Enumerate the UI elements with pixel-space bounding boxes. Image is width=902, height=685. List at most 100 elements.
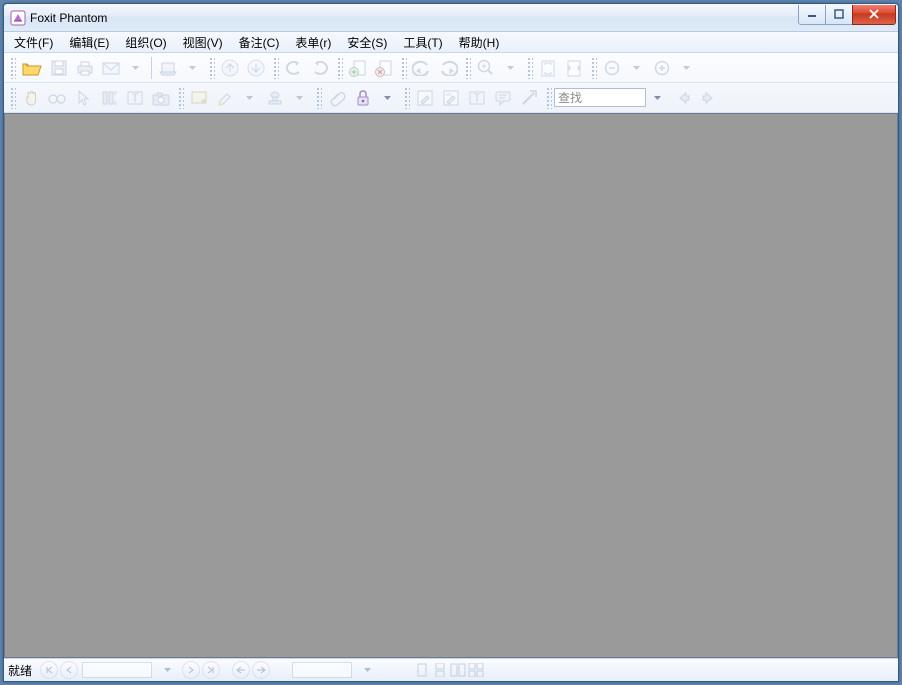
first-page-button[interactable] — [40, 661, 58, 679]
toolbar-grip[interactable] — [465, 57, 471, 79]
find-prev-button[interactable] — [670, 85, 696, 111]
find-dropdown[interactable] — [644, 85, 670, 111]
page-dropdown[interactable] — [154, 657, 180, 683]
glasses-tool-button[interactable] — [44, 85, 70, 111]
prev-page-button[interactable] — [60, 661, 78, 679]
delete-page-button[interactable] — [371, 55, 397, 81]
zoom-in-dropdown[interactable] — [497, 55, 523, 81]
toolbar-grip[interactable] — [527, 57, 533, 79]
comment-button[interactable] — [490, 85, 516, 111]
typewriter-button[interactable]: T — [464, 85, 490, 111]
title-bar: Foxit Phantom — [4, 4, 898, 32]
menu-help[interactable]: 帮助(H) — [451, 32, 508, 52]
secure-button[interactable] — [350, 85, 376, 111]
insert-page-button[interactable] — [345, 55, 371, 81]
zoom-in-dropdown[interactable] — [673, 55, 699, 81]
app-window: Foxit Phantom 文件(F) 编辑(E) 组织(O) 视图(V) 备注… — [3, 3, 899, 682]
separator — [151, 57, 152, 79]
toolbar-grip[interactable] — [546, 87, 552, 109]
menu-edit[interactable]: 编辑(E) — [61, 32, 117, 52]
menu-secure[interactable]: 安全(S) — [339, 32, 395, 52]
redo-button[interactable] — [435, 55, 461, 81]
nav-forward-button[interactable] — [252, 661, 270, 679]
zoom-out-circle-button[interactable] — [599, 55, 625, 81]
document-area — [4, 113, 898, 658]
previous-view-button[interactable] — [217, 55, 243, 81]
next-view-button[interactable] — [243, 55, 269, 81]
toolbar-grip[interactable] — [178, 87, 184, 109]
scan-dropdown[interactable] — [179, 55, 205, 81]
continuous-button[interactable] — [432, 662, 448, 678]
menu-file[interactable]: 文件(F) — [6, 32, 61, 52]
fit-page-button[interactable] — [535, 55, 561, 81]
continuous-facing-button[interactable] — [468, 662, 484, 678]
email-button[interactable] — [98, 55, 124, 81]
toolbar-grip[interactable] — [209, 57, 215, 79]
menu-forms[interactable]: 表单(r) — [287, 32, 339, 52]
minimize-button[interactable] — [798, 5, 826, 25]
zoom-in-circle-button[interactable] — [649, 55, 675, 81]
toolbar-grip[interactable] — [404, 87, 410, 109]
highlight-dropdown[interactable] — [236, 85, 262, 111]
select-tool-button[interactable] — [70, 85, 96, 111]
page-number-input[interactable] — [82, 662, 152, 678]
note-button[interactable] — [186, 85, 212, 111]
toolbar-grip[interactable] — [591, 57, 597, 79]
select-text-tool-button[interactable] — [96, 85, 122, 111]
highlight-button[interactable] — [212, 85, 238, 111]
zoom-input[interactable] — [292, 662, 352, 678]
print-button[interactable] — [72, 55, 98, 81]
toolbar-grip[interactable] — [10, 57, 16, 79]
toolbar-row-1 — [4, 53, 898, 83]
svg-text:T: T — [473, 91, 481, 105]
svg-text:T: T — [131, 91, 139, 105]
toolbar-row-2: T T 查找 — [4, 83, 898, 113]
secure-dropdown[interactable] — [374, 85, 400, 111]
status-bar: 就绪 — [4, 658, 898, 681]
find-placeholder: 查找 — [558, 89, 582, 106]
toolbar-grip[interactable] — [273, 57, 279, 79]
zoom-dropdown[interactable] — [354, 657, 380, 683]
find-input[interactable]: 查找 — [554, 88, 646, 107]
menu-organize[interactable]: 组织(O) — [117, 32, 174, 52]
email-dropdown[interactable] — [122, 55, 148, 81]
menu-bar: 文件(F) 编辑(E) 组织(O) 视图(V) 备注(C) 表单(r) 安全(S… — [4, 32, 898, 53]
toolbar-grip[interactable] — [10, 87, 16, 109]
next-page-button[interactable] — [182, 661, 200, 679]
window-title: Foxit Phantom — [30, 11, 799, 25]
nav-back-button[interactable] — [232, 661, 250, 679]
undo-button[interactable] — [409, 55, 435, 81]
scan-button[interactable] — [155, 55, 181, 81]
toolbar-grip[interactable] — [316, 87, 322, 109]
toolbars: T T 查找 — [4, 53, 898, 113]
facing-button[interactable] — [450, 662, 466, 678]
find-next-button[interactable] — [696, 85, 722, 111]
save-button[interactable] — [46, 55, 72, 81]
snapshot-button[interactable] — [148, 85, 174, 111]
attach-button[interactable] — [324, 85, 350, 111]
toolbar-grip[interactable] — [401, 57, 407, 79]
stamp-button[interactable] — [262, 85, 288, 111]
edit-text-button[interactable] — [412, 85, 438, 111]
zoom-out-dropdown[interactable] — [623, 55, 649, 81]
last-page-button[interactable] — [202, 661, 220, 679]
status-text: 就绪 — [8, 662, 32, 679]
fit-width-button[interactable] — [561, 55, 587, 81]
app-icon — [10, 10, 26, 26]
menu-view[interactable]: 视图(V) — [175, 32, 231, 52]
edit-object-button[interactable] — [438, 85, 464, 111]
single-page-button[interactable] — [414, 662, 430, 678]
open-button[interactable] — [18, 55, 46, 81]
close-button[interactable] — [852, 5, 896, 25]
zoom-in-button[interactable] — [473, 55, 499, 81]
back-button[interactable] — [281, 55, 307, 81]
link-button[interactable] — [516, 85, 542, 111]
menu-comments[interactable]: 备注(C) — [231, 32, 288, 52]
text-select-button[interactable]: T — [122, 85, 148, 111]
hand-tool-button[interactable] — [18, 85, 44, 111]
stamp-dropdown[interactable] — [286, 85, 312, 111]
maximize-button[interactable] — [825, 5, 853, 25]
forward-button[interactable] — [307, 55, 333, 81]
toolbar-grip[interactable] — [337, 57, 343, 79]
menu-tools[interactable]: 工具(T) — [395, 32, 450, 52]
